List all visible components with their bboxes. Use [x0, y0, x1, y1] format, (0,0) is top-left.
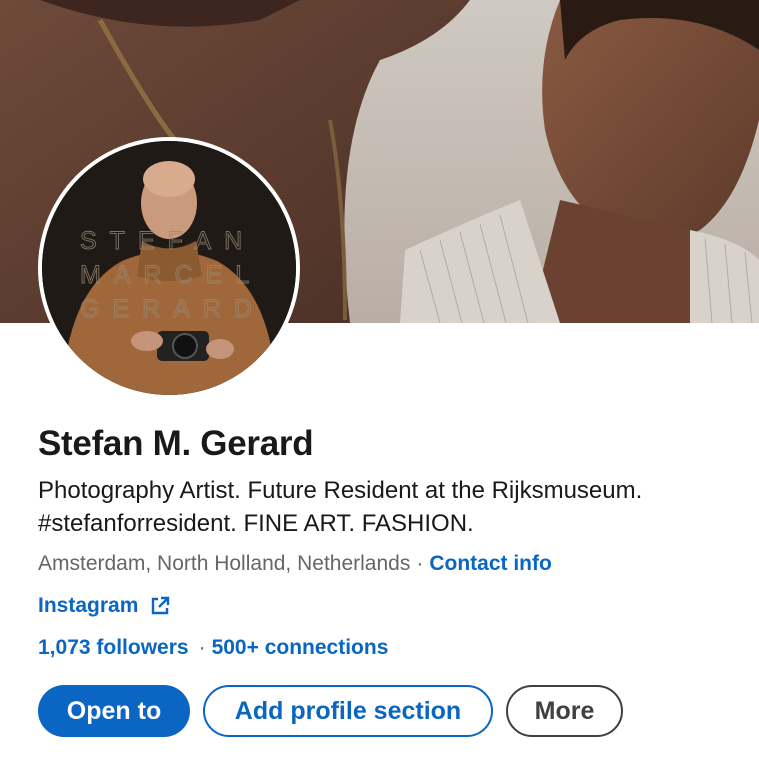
website-link[interactable]: Instagram: [38, 594, 170, 618]
external-link-icon: [150, 596, 170, 616]
add-profile-section-button[interactable]: Add profile section: [203, 685, 493, 737]
contact-info-link[interactable]: Contact info: [429, 552, 551, 575]
watermark-line-1: STEFAN: [80, 227, 255, 255]
profile-avatar[interactable]: STEFAN MARCEL GERARD: [38, 137, 300, 399]
watermark-line-3: GERARD: [80, 295, 265, 323]
profile-photo: STEFAN MARCEL GERARD: [42, 141, 296, 395]
headline-line-1: Photography Artist. Future Resident at t…: [38, 477, 643, 504]
website-link-label[interactable]: Instagram: [38, 594, 138, 618]
open-to-button[interactable]: Open to: [38, 685, 190, 737]
network-separator: ·: [198, 636, 206, 659]
connections-link[interactable]: 500+ connections: [212, 636, 389, 659]
location-separator: ·: [416, 552, 424, 575]
avatar-watermark: STEFAN MARCEL GERARD: [42, 141, 296, 395]
profile-name: Stefan M. Gerard: [38, 424, 314, 463]
headline-line-2: #stefanforresident. FINE ART. FASHION.: [38, 510, 474, 537]
network-row: 1,073 followers · 500+ connections: [38, 636, 388, 660]
followers-link[interactable]: 1,073 followers: [38, 636, 189, 659]
profile-location: Amsterdam, North Holland, Netherlands: [38, 552, 411, 575]
profile-headline: Photography Artist. Future Resident at t…: [38, 474, 738, 540]
watermark-line-2: MARCEL: [80, 261, 262, 289]
location-row: Amsterdam, North Holland, Netherlands · Co…: [38, 552, 552, 576]
more-button[interactable]: More: [506, 685, 623, 737]
